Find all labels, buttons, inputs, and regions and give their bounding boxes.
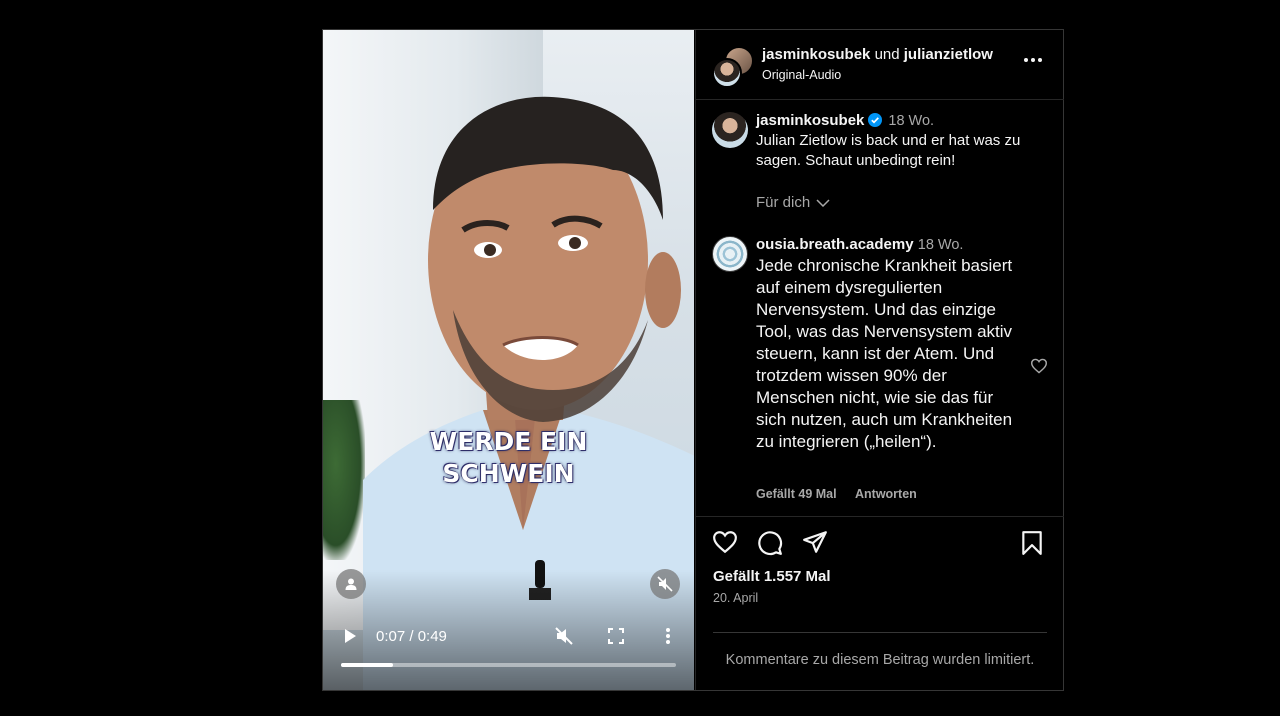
- time-display: 0:07 / 0:49: [376, 627, 447, 645]
- comment-age: 18 Wo.: [917, 237, 964, 253]
- author-link-2[interactable]: julianzietlow: [904, 46, 993, 63]
- comments-section: jasminkosubek 18 Wo. Julian Zietlow is ba…: [696, 100, 1064, 517]
- for-you-label: Für dich: [756, 194, 811, 211]
- comment-like-button[interactable]: [1030, 358, 1048, 379]
- comment-button[interactable]: [757, 530, 783, 561]
- play-icon: [345, 629, 356, 643]
- more-vertical-icon: [666, 628, 670, 644]
- video-player[interactable]: WERDE EIN SCHWEIN 0:07 / 0:49: [323, 30, 694, 690]
- tagged-people-button[interactable]: [336, 569, 366, 599]
- more-options-button[interactable]: [655, 620, 681, 652]
- post-authors: jasminkosubek und julianzietlow: [762, 46, 993, 63]
- post-side-panel: jasminkosubek und julianzietlow Original…: [695, 30, 1064, 690]
- verified-icon: [868, 113, 883, 127]
- mute-button[interactable]: [650, 569, 680, 599]
- comment-text: Jede chronische Krankheit basiert auf ei…: [756, 256, 1013, 451]
- bookmark-icon: [1022, 531, 1042, 555]
- post-dialog: WERDE EIN SCHWEIN 0:07 / 0:49 jasminkosu…: [322, 29, 1064, 691]
- mute-toggle-icon: [555, 627, 573, 645]
- video-progress-fill: [341, 663, 393, 667]
- comment-avatar-ousia[interactable]: [712, 236, 748, 272]
- fullscreen-button[interactable]: [603, 620, 629, 652]
- save-button[interactable]: [1021, 530, 1043, 561]
- comment-avatar-jasminkosubek[interactable]: [712, 112, 748, 148]
- play-button[interactable]: [337, 620, 363, 652]
- fullscreen-icon: [608, 628, 624, 644]
- comment-reply-button[interactable]: Antworten: [855, 487, 917, 501]
- like-button[interactable]: [712, 530, 738, 559]
- video-controls: 0:07 / 0:49: [323, 620, 694, 660]
- video-caption-line2: SCHWEIN: [442, 459, 575, 488]
- caption-comment: jasminkosubek 18 Wo.: [756, 111, 1046, 131]
- for-you-toggle[interactable]: Für dich: [756, 194, 830, 211]
- post-date: 20. April: [713, 591, 759, 605]
- comment-username[interactable]: jasminkosubek: [756, 112, 864, 129]
- audio-link[interactable]: Original-Audio: [762, 68, 841, 82]
- more-options-header-button[interactable]: [1024, 58, 1042, 62]
- comment-icon: [758, 531, 783, 556]
- comment-text: Julian Zietlow is back und er hat was zu…: [756, 132, 1021, 169]
- author-link-1[interactable]: jasminkosubek: [762, 46, 870, 63]
- avatar-jasminkosubek[interactable]: [712, 58, 742, 88]
- comment-likes[interactable]: Gefällt 49 Mal: [756, 487, 837, 501]
- post-actions: Gefällt 1.557 Mal 20. April: [696, 517, 1064, 637]
- heart-icon: [1030, 358, 1048, 374]
- video-caption: WERDE EIN SCHWEIN: [323, 426, 694, 490]
- comment-header: ousia.breath.academy 18 Wo.: [756, 235, 1046, 255]
- mute-icon: [657, 576, 673, 592]
- more-horizontal-icon: [1024, 58, 1028, 62]
- comments-limited-notice: Kommentare zu diesem Beitrag wurden limi…: [725, 652, 1035, 668]
- chevron-down-icon: [816, 198, 830, 207]
- video-progress-bar[interactable]: [341, 663, 676, 667]
- share-button[interactable]: [802, 530, 828, 559]
- divider: [713, 632, 1047, 633]
- person-icon: [345, 578, 357, 590]
- heart-icon: [713, 531, 737, 554]
- share-icon: [803, 531, 827, 553]
- video-caption-line1: WERDE EIN: [429, 427, 588, 456]
- mute-toggle-button[interactable]: [551, 620, 577, 652]
- author-connector: und: [874, 46, 900, 63]
- post-header: jasminkosubek und julianzietlow Original…: [696, 30, 1064, 100]
- comment-username[interactable]: ousia.breath.academy: [756, 236, 914, 253]
- collab-avatars[interactable]: [712, 46, 754, 88]
- comment-age: 18 Wo.: [888, 113, 935, 129]
- post-likes-count[interactable]: Gefällt 1.557 Mal: [713, 568, 831, 585]
